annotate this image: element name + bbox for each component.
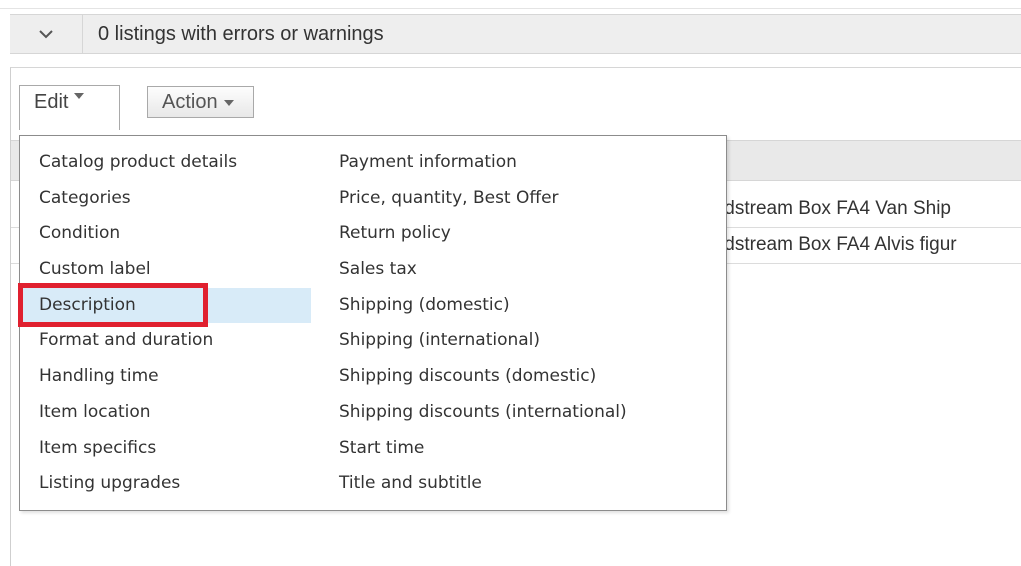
menu-item-description[interactable]: Description <box>21 287 311 324</box>
edit-menu-left-column: Catalog product details Categories Condi… <box>21 145 311 502</box>
menu-item-categories[interactable]: Categories <box>21 181 311 217</box>
status-text: 0 listings with errors or warnings <box>98 23 384 45</box>
edit-menu: Catalog product details Categories Condi… <box>19 135 727 511</box>
listing-title[interactable]: ıdstream Box FA4 Van Ship <box>719 198 951 220</box>
menu-item-shipping-discounts-domestic[interactable]: Shipping discounts (domestic) <box>321 359 725 395</box>
expand-toggle-button[interactable] <box>10 15 83 53</box>
listing-title[interactable]: ıdstream Box FA4 Alvis figur <box>719 234 957 256</box>
menu-item-shipping-discounts-international[interactable]: Shipping discounts (international) <box>321 395 725 431</box>
action-dropdown-button[interactable]: Action <box>147 86 254 118</box>
menu-item-format-and-duration[interactable]: Format and duration <box>21 323 311 359</box>
chevron-down-icon <box>39 30 53 39</box>
caret-down-icon <box>74 93 85 99</box>
menu-item-sales-tax[interactable]: Sales tax <box>321 252 725 288</box>
menu-item-item-location[interactable]: Item location <box>21 395 311 431</box>
page: 0 listings with errors or warnings Edit … <box>0 0 1021 566</box>
edit-dropdown-button[interactable]: Edit <box>19 85 120 130</box>
menu-item-start-time[interactable]: Start time <box>321 431 725 467</box>
menu-item-shipping-domestic[interactable]: Shipping (domestic) <box>321 288 725 324</box>
top-divider <box>0 0 1021 9</box>
menu-item-custom-label[interactable]: Custom label <box>21 252 311 288</box>
menu-item-condition[interactable]: Condition <box>21 216 311 252</box>
menu-item-return-policy[interactable]: Return policy <box>321 216 725 252</box>
caret-down-icon <box>223 100 234 106</box>
menu-item-payment-information[interactable]: Payment information <box>321 145 725 181</box>
action-button-label: Action <box>162 90 218 113</box>
menu-item-item-specifics[interactable]: Item specifics <box>21 431 311 467</box>
edit-button-label: Edit <box>34 91 69 113</box>
panel-left-border <box>10 511 11 566</box>
menu-item-listing-upgrades[interactable]: Listing upgrades <box>21 466 311 502</box>
menu-item-price-quantity-best-offer[interactable]: Price, quantity, Best Offer <box>321 181 725 217</box>
menu-item-handling-time[interactable]: Handling time <box>21 359 311 395</box>
menu-item-catalog-product-details[interactable]: Catalog product details <box>21 145 311 181</box>
menu-item-title-and-subtitle[interactable]: Title and subtitle <box>321 466 725 502</box>
status-bar: 0 listings with errors or warnings <box>10 14 1021 54</box>
edit-menu-right-column: Payment information Price, quantity, Bes… <box>321 145 725 502</box>
menu-item-shipping-international[interactable]: Shipping (international) <box>321 323 725 359</box>
